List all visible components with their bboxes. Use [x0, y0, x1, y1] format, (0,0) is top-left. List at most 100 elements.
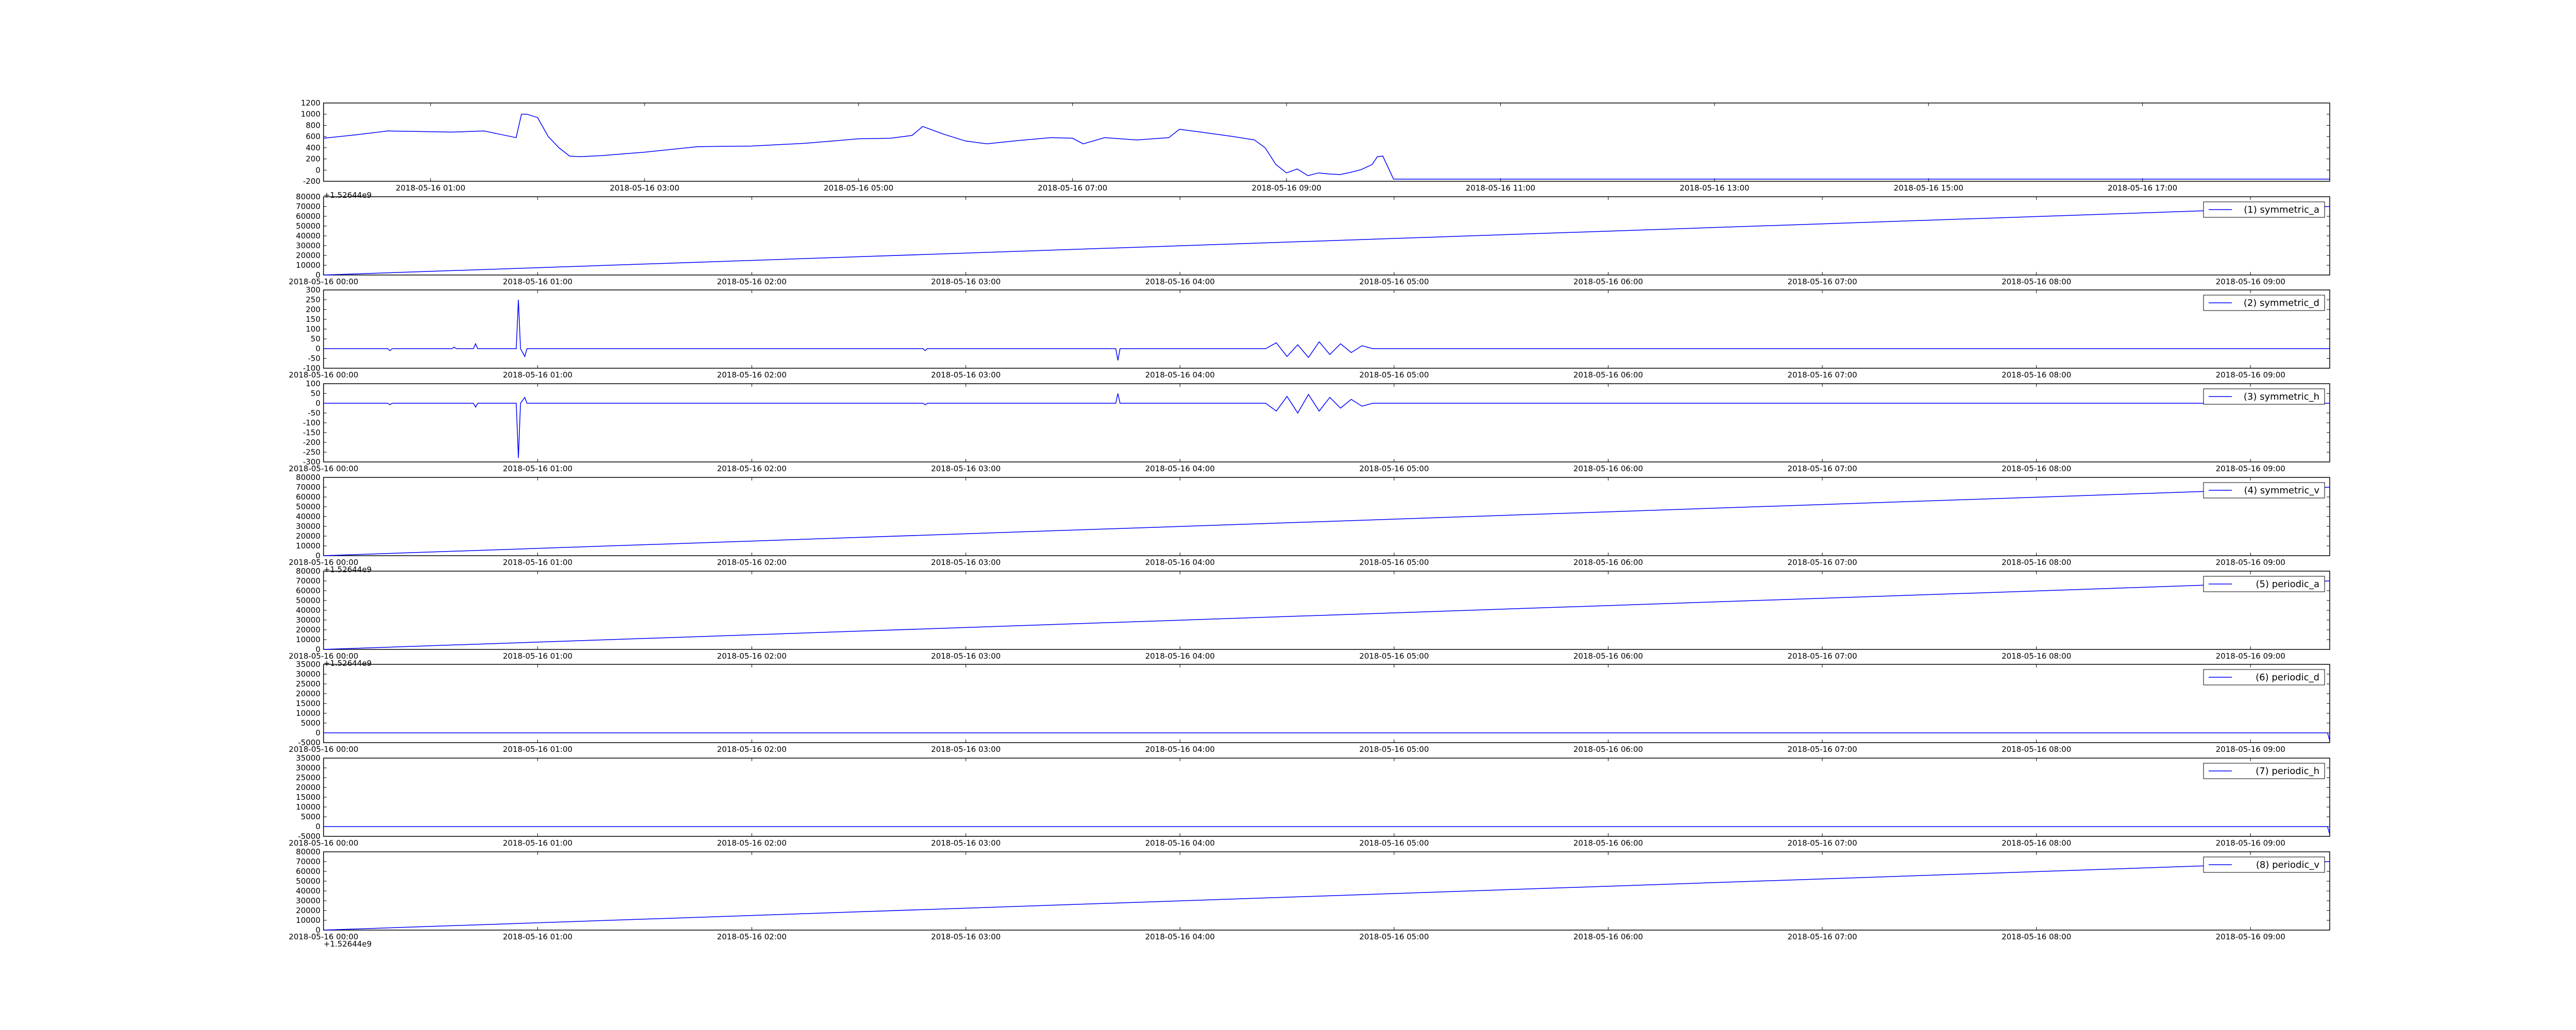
y-tick-label: -250 — [303, 448, 320, 457]
x-tick-label: 2018-05-16 17:00 — [2108, 183, 2177, 193]
figure: -2000200400600800100012002018-05-16 01:0… — [289, 98, 2330, 949]
x-tick-label: 2018-05-16 03:00 — [931, 745, 1001, 754]
legend-label: (8) periodic_v — [2256, 860, 2319, 870]
y-tick-label: 10000 — [296, 916, 320, 925]
x-tick-label: 2018-05-16 04:00 — [1145, 651, 1215, 661]
x-tick-label: 2018-05-16 01:00 — [503, 464, 572, 473]
x-tick-label: 2018-05-16 09:00 — [2216, 838, 2285, 848]
y-tick-label: 30000 — [296, 522, 320, 531]
y-tick-label: 20000 — [296, 625, 320, 634]
x-tick-label: 2018-05-16 04:00 — [1145, 932, 1215, 941]
subplot-3: -100-500501001502002503002018-05-16 00:0… — [289, 285, 2330, 380]
x-tick-label: 2018-05-16 03:00 — [931, 651, 1001, 661]
x-tick-label: 2018-05-16 03:00 — [931, 932, 1001, 941]
x-tick-label: 2018-05-16 07:00 — [1787, 558, 1857, 567]
x-tick-label: 2018-05-16 05:00 — [1359, 370, 1429, 380]
y-tick-label: 40000 — [296, 231, 320, 241]
x-tick-label: 2018-05-16 09:00 — [2216, 745, 2285, 754]
x-tick-label: 2018-05-16 07:00 — [1787, 838, 1857, 848]
y-tick-label: 0 — [315, 344, 320, 353]
axis-offset-label: +1.52644e9 — [324, 191, 371, 200]
x-tick-label: 2018-05-16 02:00 — [717, 932, 787, 941]
series-line — [324, 299, 2330, 360]
y-tick-label: -200 — [303, 177, 320, 186]
x-tick-label: 2018-05-16 08:00 — [2002, 370, 2071, 380]
x-tick-label: 2018-05-16 01:00 — [503, 932, 572, 941]
y-tick-label: 70000 — [296, 202, 320, 211]
y-tick-label: 10000 — [296, 709, 320, 718]
y-tick-label: 40000 — [296, 606, 320, 615]
legend-label: (3) symmetric_h — [2244, 391, 2319, 402]
x-tick-label: 2018-05-16 05:00 — [1359, 745, 1429, 754]
y-tick-label: 200 — [306, 154, 320, 164]
y-tick-label: 0 — [315, 728, 320, 737]
x-tick-label: 2018-05-16 05:00 — [1359, 277, 1429, 286]
x-tick-label: 2018-05-16 01:00 — [396, 183, 465, 193]
x-tick-label: 2018-05-16 02:00 — [717, 651, 787, 661]
y-tick-label: -50 — [308, 354, 321, 363]
y-tick-label: 0 — [315, 165, 320, 175]
x-tick-label: 2018-05-16 07:00 — [1787, 651, 1857, 661]
x-tick-label: 2018-05-16 00:00 — [289, 464, 358, 473]
x-tick-label: 2018-05-16 04:00 — [1145, 745, 1215, 754]
y-tick-label: 50000 — [296, 502, 320, 511]
y-tick-label: 100 — [306, 324, 320, 334]
x-tick-label: 2018-05-16 05:00 — [1359, 464, 1429, 473]
x-tick-label: 2018-05-16 02:00 — [717, 277, 787, 286]
y-tick-label: 10000 — [296, 261, 320, 270]
x-tick-label: 2018-05-16 06:00 — [1573, 464, 1643, 473]
y-tick-label: 35000 — [296, 660, 320, 669]
x-tick-label: 2018-05-16 00:00 — [289, 745, 358, 754]
y-tick-label: 30000 — [296, 615, 320, 625]
x-tick-label: 2018-05-16 03:00 — [931, 370, 1001, 380]
y-tick-label: 50 — [311, 389, 320, 398]
x-tick-label: 2018-05-16 08:00 — [2002, 932, 2071, 941]
legend-label: (6) periodic_d — [2256, 672, 2319, 683]
x-tick-label: 2018-05-16 05:00 — [824, 183, 893, 193]
y-tick-label: 50000 — [296, 221, 320, 231]
legend: (3) symmetric_h — [2203, 388, 2325, 405]
y-tick-label: 70000 — [296, 576, 320, 586]
axis-offset-label: +1.52644e9 — [324, 939, 371, 949]
subplot-9: 0100002000030000400005000060000700008000… — [289, 847, 2330, 949]
y-tick-label: 1000 — [301, 110, 320, 119]
x-tick-label: 2018-05-16 06:00 — [1573, 370, 1643, 380]
x-tick-label: 2018-05-16 08:00 — [2002, 745, 2071, 754]
axes-frame — [323, 383, 2330, 462]
y-tick-label: 20000 — [296, 783, 320, 792]
x-tick-label: 2018-05-16 09:00 — [2216, 932, 2285, 941]
axes-frame — [323, 289, 2330, 369]
y-tick-label: 60000 — [296, 212, 320, 221]
legend-label: (2) symmetric_d — [2244, 298, 2319, 308]
y-tick-label: 60000 — [296, 586, 320, 595]
y-tick-label: 30000 — [296, 896, 320, 905]
x-tick-label: 2018-05-16 01:00 — [503, 838, 572, 848]
y-tick-label: 30000 — [296, 670, 320, 679]
axes-frame — [323, 102, 2330, 182]
x-tick-label: 2018-05-16 04:00 — [1145, 464, 1215, 473]
y-tick-label: 250 — [306, 295, 320, 304]
y-tick-label: 20000 — [296, 689, 320, 698]
y-tick-label: 25000 — [296, 679, 320, 689]
y-tick-label: 400 — [306, 143, 320, 152]
x-tick-label: 2018-05-16 00:00 — [289, 277, 358, 286]
axes-frame — [323, 571, 2330, 650]
x-tick-label: 2018-05-16 03:00 — [609, 183, 679, 193]
y-tick-label: 15000 — [296, 699, 320, 708]
x-tick-label: 2018-05-16 07:00 — [1787, 932, 1857, 941]
x-tick-label: 2018-05-16 06:00 — [1573, 651, 1643, 661]
y-tick-label: 1200 — [301, 98, 320, 108]
x-tick-label: 2018-05-16 03:00 — [931, 277, 1001, 286]
subplot-5: 0100002000030000400005000060000700008000… — [289, 473, 2330, 574]
y-tick-label: 0 — [315, 822, 320, 831]
y-tick-label: -50 — [308, 408, 321, 418]
y-tick-label: 10000 — [296, 802, 320, 812]
y-tick-label: 50000 — [296, 596, 320, 605]
y-tick-label: 80000 — [296, 473, 320, 482]
y-tick-label: 20000 — [296, 251, 320, 260]
series-line — [323, 861, 2330, 931]
x-tick-label: 2018-05-16 04:00 — [1145, 370, 1215, 380]
x-tick-label: 2018-05-16 05:00 — [1359, 558, 1429, 567]
subplot-4: -300-250-200-150-100-500501002018-05-16 … — [289, 379, 2330, 473]
x-tick-label: 2018-05-16 09:00 — [2216, 370, 2285, 380]
